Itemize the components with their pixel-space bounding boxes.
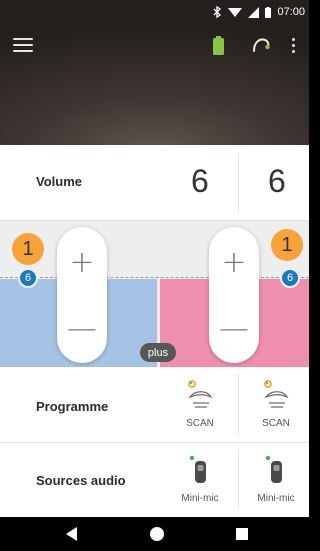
sources-audio-row: Sources audio Mini-mic Mini-mic (0, 443, 309, 517)
mini-mic-icon (189, 455, 206, 483)
hearing-aid-icon[interactable] (251, 36, 271, 54)
navigation-bar (0, 517, 309, 551)
right-volume-badge: 6 (280, 268, 300, 288)
left-program-badge: 1 (12, 233, 44, 265)
status-bar: 07:00 (0, 0, 309, 24)
more-vert-icon[interactable] (290, 38, 296, 54)
volume-right-value: 6 (268, 163, 286, 199)
battery-icon (265, 6, 272, 18)
programme-left-caption: SCAN (186, 418, 214, 429)
source-right-caption: Mini-mic (257, 493, 295, 504)
programme-right[interactable]: SCAN (251, 379, 301, 429)
wifi-icon (228, 7, 243, 17)
volume-row: Volume 6 6 (0, 145, 309, 221)
left-volume-up-button[interactable]: + (63, 245, 101, 280)
programme-right-caption: SCAN (262, 418, 290, 429)
mini-mic-icon (265, 455, 282, 483)
right-volume-up-button[interactable]: + (215, 245, 253, 280)
battery-icon (213, 36, 224, 55)
left-volume-slider[interactable]: + — (57, 227, 107, 363)
programme-left[interactable]: SCAN (175, 379, 225, 429)
bluetooth-icon (214, 6, 222, 18)
menu-icon[interactable] (13, 38, 33, 54)
right-volume-slider[interactable]: + — (209, 227, 259, 363)
programme-label: Programme (36, 399, 109, 414)
volume-left-value: 6 (191, 163, 209, 199)
plus-toggle[interactable]: plus (140, 343, 176, 362)
back-icon[interactable] (66, 527, 78, 541)
signal-icon (248, 6, 260, 18)
divider (238, 153, 239, 213)
scan-icon (264, 380, 289, 408)
scan-icon (188, 380, 213, 408)
divider (238, 373, 239, 435)
programme-row: Programme SCAN SCAN (0, 367, 309, 443)
sources-audio-label: Sources audio (36, 473, 126, 488)
volume-control: 1 6 1 6 + — + — plus (0, 221, 309, 367)
source-left-caption: Mini-mic (181, 493, 219, 504)
source-right[interactable]: Mini-mic (251, 455, 301, 504)
home-icon[interactable] (150, 527, 164, 541)
dashed-line (0, 277, 309, 278)
divider (238, 449, 239, 509)
volume-label: Volume (36, 174, 82, 189)
left-volume-down-button[interactable]: — (63, 311, 101, 346)
recent-apps-icon[interactable] (236, 528, 248, 540)
source-left[interactable]: Mini-mic (175, 455, 225, 504)
status-time: 07:00 (277, 6, 305, 18)
right-volume-down-button[interactable]: — (215, 311, 253, 346)
right-program-badge: 1 (271, 229, 303, 261)
left-volume-badge: 6 (18, 268, 38, 288)
